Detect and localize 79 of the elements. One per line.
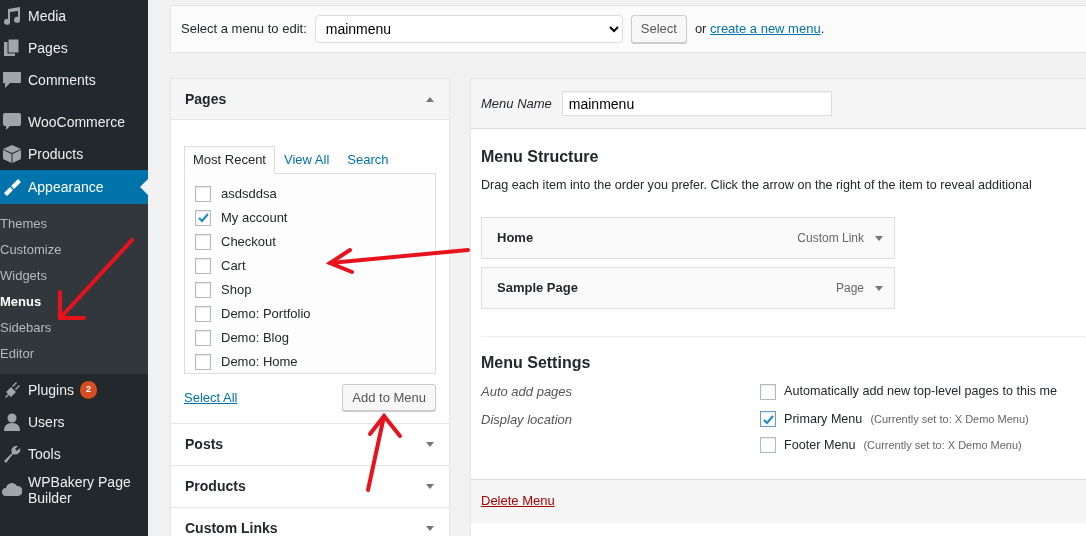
- menu-item-bar[interactable]: Home Custom Link: [481, 217, 895, 260]
- toggle-arrow-icon: [874, 233, 884, 243]
- instructions-text: Drag each item into the order you prefer. Click the arrow on the right of the item to reveal additional: [481, 177, 1033, 195]
- speech-bubble-icon: [2, 112, 22, 132]
- panel-title[interactable]: Products: [185, 476, 246, 497]
- sidebar-item[interactable]: Tools: [0, 438, 148, 470]
- panel-tab[interactable]: View All: [275, 146, 339, 174]
- sidebar-item[interactable]: Pages: [0, 32, 148, 64]
- checkbox[interactable]: [195, 281, 211, 298]
- page-label: asdsddsa: [221, 184, 277, 203]
- page-label: Demo: Blog: [221, 328, 289, 347]
- page-label: Demo: Home: [221, 352, 298, 371]
- option-label: Automatically add new top-level pages to this me: [784, 383, 1057, 401]
- checkbox[interactable]: [195, 329, 211, 346]
- sidebar-item[interactable]: WPBakery Page Builder: [0, 470, 148, 510]
- toggle-arrow-icon: [874, 283, 884, 293]
- delete-menu-link[interactable]: Delete Menu: [481, 491, 555, 511]
- create-menu-link[interactable]: create a new menu: [710, 21, 821, 37]
- submenu-item[interactable]: Customize: [0, 237, 148, 263]
- user-icon: [2, 412, 22, 432]
- checkmark-icon: [196, 212, 210, 223]
- panel-title[interactable]: Custom Links: [185, 518, 278, 536]
- section-heading: Menu Structure: [481, 147, 600, 167]
- sidebar-item[interactable]: Users: [0, 406, 148, 438]
- checkmark-icon: [761, 413, 775, 425]
- submenu-item[interactable]: Widgets: [0, 263, 148, 289]
- menu-name-label: Menu Name: [481, 94, 552, 113]
- sidebar-item[interactable]: Appearance: [0, 170, 148, 204]
- add-to-menu-button[interactable]: Add to Menu: [342, 383, 436, 411]
- option-label: Primary Menu: [784, 410, 863, 428]
- setting-label: Auto add pages: [481, 383, 574, 402]
- page-label: Cart: [221, 256, 246, 275]
- comment-icon: [2, 70, 22, 90]
- setting-label: Display location: [481, 410, 574, 429]
- panel-tab[interactable]: Most Recent: [184, 146, 275, 174]
- paintbrush-icon: [2, 177, 22, 197]
- update-count-badge: 2: [79, 381, 97, 399]
- page-label: Demo: Portfolio: [221, 304, 311, 323]
- submenu-item[interactable]: Menus: [0, 289, 148, 315]
- panel-title[interactable]: Posts: [185, 434, 224, 455]
- checkbox[interactable]: [760, 437, 776, 454]
- submenu-item[interactable]: Editor: [0, 341, 148, 367]
- location-note: (Currently set to: X Demo Menu): [870, 411, 1029, 427]
- page-label: My account: [221, 208, 288, 227]
- checkbox[interactable]: [195, 353, 211, 370]
- checkbox[interactable]: [760, 411, 776, 428]
- sidebar-item[interactable]: WooCommerce: [0, 106, 148, 138]
- panel-title[interactable]: Pages: [185, 88, 227, 110]
- submenu-item[interactable]: Themes: [0, 211, 148, 237]
- checkbox[interactable]: [195, 305, 211, 322]
- sidebar-item[interactable]: Products: [0, 138, 148, 170]
- sidebar-item[interactable]: Plugins 2: [0, 374, 148, 406]
- select-label: Select a menu to edit:: [181, 20, 307, 39]
- item-type-label: Page: [835, 280, 864, 298]
- menu-item-bar[interactable]: Sample Page Page: [481, 267, 895, 310]
- music-note-icon: [2, 6, 22, 26]
- create-menu-prompt: or create a new menu.: [694, 20, 825, 39]
- checkbox[interactable]: [760, 383, 776, 400]
- select-button[interactable]: Select: [630, 15, 687, 43]
- box-icon: [2, 144, 22, 164]
- checkbox[interactable]: [195, 233, 211, 250]
- select-all-link[interactable]: Select All: [184, 387, 238, 407]
- submenu-item[interactable]: Sidebars: [0, 315, 148, 341]
- page-label: Shop: [221, 280, 252, 299]
- checkbox[interactable]: [195, 185, 211, 202]
- current-indicator: [140, 179, 148, 195]
- option-label: Footer Menu: [784, 436, 856, 454]
- menu-name-field[interactable]: mainmenu: [561, 91, 832, 116]
- page-label: Checkout: [221, 232, 276, 251]
- wrench-icon: [2, 444, 22, 464]
- item-type-label: Custom Link: [797, 230, 864, 248]
- checkbox[interactable]: [195, 209, 211, 226]
- location-note: (Currently set to: X Demo Menu): [863, 437, 1022, 453]
- sidebar-item[interactable]: Media: [0, 0, 148, 32]
- menu-select[interactable]: mainmenu: [314, 15, 623, 43]
- sidebar-item[interactable]: Comments: [0, 64, 148, 96]
- section-heading: Menu Settings: [481, 353, 592, 373]
- panel-tab[interactable]: Search: [338, 146, 398, 174]
- checkbox[interactable]: [195, 257, 211, 274]
